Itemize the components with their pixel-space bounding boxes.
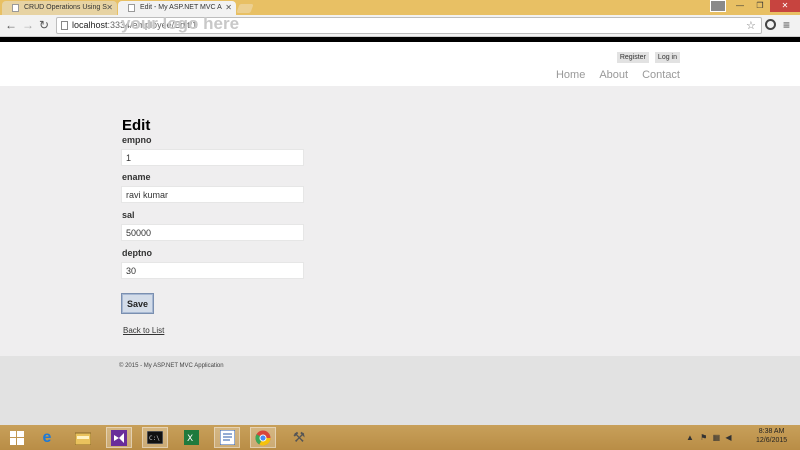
footer-copyright: © 2015 - My ASP.NET MVC Application: [119, 363, 224, 369]
page-icon: [12, 4, 19, 12]
browser-tab-crud[interactable]: CRUD Operations Using S ✕: [2, 1, 117, 15]
windows-start-icon[interactable]: [4, 427, 30, 448]
back-icon[interactable]: ←: [5, 18, 17, 32]
new-tab-button[interactable]: [236, 4, 254, 13]
show-hidden-icons-icon[interactable]: ▲: [686, 433, 694, 442]
restore-icon[interactable]: ❐: [750, 0, 770, 12]
reload-icon[interactable]: ↻: [39, 18, 49, 32]
browser-tab-edit[interactable]: Edit - My ASP.NET MVC A ✕: [118, 1, 236, 15]
tools-icon[interactable]: ⚒: [286, 427, 312, 448]
save-button[interactable]: Save: [121, 293, 154, 314]
svg-text:C:\: C:\: [149, 435, 160, 442]
tab-title: Edit - My ASP.NET MVC A: [140, 4, 222, 11]
file-explorer-icon[interactable]: [70, 427, 96, 448]
clock-time: 8:38 AM: [758, 428, 785, 435]
network-icon[interactable]: ▦: [713, 433, 721, 442]
menu-icon[interactable]: ≡: [783, 18, 790, 32]
sal-field[interactable]: [121, 224, 304, 241]
system-tray: ▲ ⚑ ▦ ◀: [686, 433, 732, 442]
empno-field[interactable]: [121, 149, 304, 166]
menu-contact[interactable]: Contact: [642, 69, 680, 81]
volume-icon[interactable]: ◀: [725, 433, 731, 442]
taskbar-clock[interactable]: 8:38 AM 12/6/2015: [756, 427, 787, 445]
register-link[interactable]: Register: [616, 52, 649, 63]
menu-about[interactable]: About: [599, 69, 628, 81]
main-content: [0, 86, 800, 356]
word-icon[interactable]: [214, 427, 240, 448]
user-icon[interactable]: [710, 0, 726, 12]
menu-home[interactable]: Home: [556, 69, 585, 81]
bookmark-star-icon[interactable]: ☆: [746, 19, 756, 32]
clock-date: 12/6/2015: [756, 437, 788, 444]
close-window-icon[interactable]: ✕: [770, 0, 800, 12]
empno-label: empno: [122, 135, 152, 145]
svg-text:X: X: [187, 434, 193, 444]
forward-icon[interactable]: →: [22, 18, 34, 32]
tab-title: CRUD Operations Using S: [24, 4, 107, 11]
sal-label: sal: [122, 210, 135, 220]
tab-strip: CRUD Operations Using S ✕ Edit - My ASP.…: [0, 0, 800, 15]
close-tab-icon[interactable]: ✕: [106, 3, 113, 12]
page-icon: [128, 4, 135, 12]
chrome-icon[interactable]: [250, 427, 276, 448]
window-controls: — ❐ ✕: [710, 0, 800, 12]
taskbar: e C:\ X ⚒: [0, 425, 800, 450]
browser-toolbar: ← → ↻ localhost:3334/employee/Edit/1 ☆ ≡: [0, 15, 800, 37]
minimize-icon[interactable]: —: [730, 0, 750, 12]
ename-field[interactable]: [121, 186, 304, 203]
page-icon: [61, 21, 68, 30]
main-menu: Home About Contact: [556, 69, 680, 81]
url-host: localhost: [72, 20, 108, 30]
page-title: Edit: [122, 117, 151, 134]
block-icon[interactable]: [765, 19, 776, 30]
back-to-list-link[interactable]: Back to List: [123, 326, 164, 335]
action-center-icon[interactable]: ⚑: [700, 433, 707, 442]
login-links: Register Log in: [616, 52, 680, 63]
visual-studio-icon[interactable]: [106, 427, 132, 448]
internet-explorer-icon[interactable]: e: [34, 427, 60, 448]
site-logo[interactable]: your logo here: [121, 14, 239, 34]
login-link[interactable]: Log in: [654, 52, 680, 63]
close-tab-icon[interactable]: ✕: [225, 3, 232, 12]
ename-label: ename: [122, 172, 151, 182]
excel-icon[interactable]: X: [178, 427, 204, 448]
command-prompt-icon[interactable]: C:\: [142, 427, 168, 448]
deptno-field[interactable]: [121, 262, 304, 279]
deptno-label: deptno: [122, 248, 152, 258]
